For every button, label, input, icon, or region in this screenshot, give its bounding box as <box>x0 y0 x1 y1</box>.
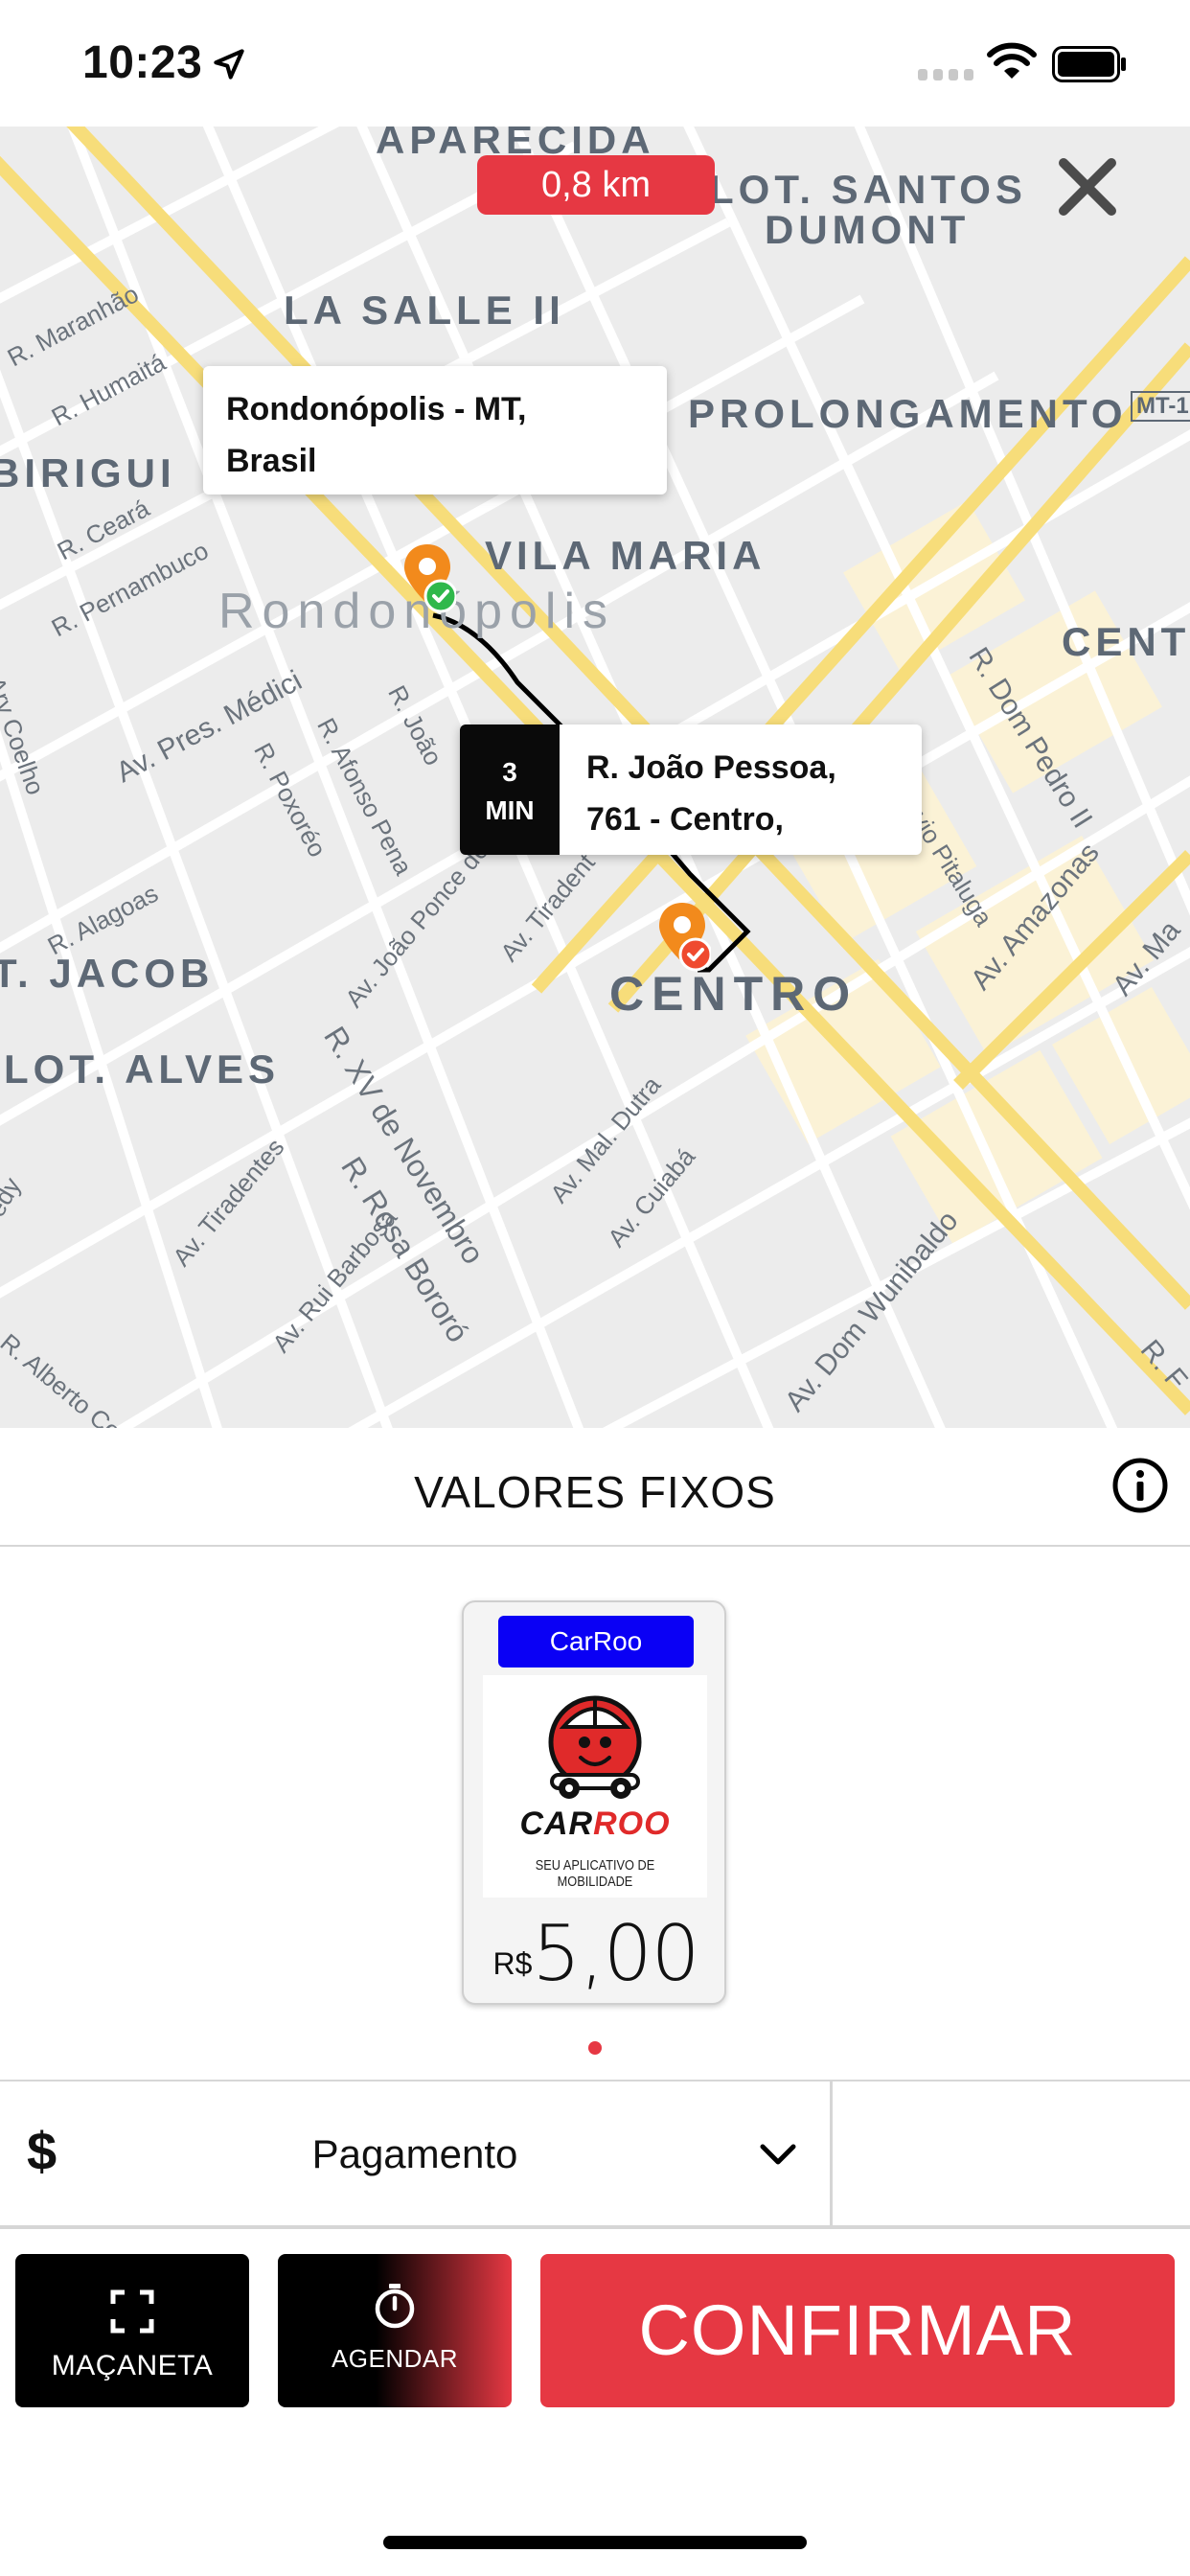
handle-button-label: MAÇANETA <box>51 2350 214 2381</box>
map-label: MT-1 <box>1131 391 1190 422</box>
map-label: BIRIGUI <box>0 450 176 495</box>
eta-unit: MIN <box>485 795 535 825</box>
divider <box>830 2082 833 2227</box>
schedule-button-label: AGENDAR <box>331 2344 459 2373</box>
service-card[interactable]: CarRoo CARROO SEU APLICATIVO DE MOBILIDA… <box>462 1600 726 2005</box>
distance-badge: 0,8 km <box>477 155 715 215</box>
map-label: LA SALLE II <box>284 288 565 333</box>
map-label: T. JACOB <box>0 951 215 996</box>
map-label: LOT. ALVES <box>4 1046 281 1092</box>
close-icon[interactable] <box>1054 153 1121 220</box>
destination-address: R. João Pessoa, 761 - Centro, <box>560 724 922 855</box>
status-bar: 10:23 <box>0 0 1190 126</box>
home-indicator[interactable] <box>383 2536 807 2549</box>
scan-frame-icon <box>110 2289 154 2334</box>
destination-pin-icon[interactable] <box>657 901 711 974</box>
service-name-badge: CarRoo <box>498 1616 694 1668</box>
route-map[interactable]: APARECIDA LOT. SANTOS DUMONT LA SALLE II… <box>0 126 1190 1428</box>
section-title: VALORES FIXOS <box>414 1467 776 1517</box>
price-currency: R$ <box>492 1946 533 1981</box>
map-label: LOT. SANTOS <box>709 167 1027 212</box>
page-indicator-dot <box>588 2041 602 2055</box>
service-price: R$5,00 <box>464 1909 728 1998</box>
payment-row: $ Pagamento <box>0 2080 1190 2229</box>
origin-address-line2: Brasil <box>226 443 317 479</box>
handle-button[interactable]: MAÇANETA <box>15 2254 249 2407</box>
carroo-mascot-icon <box>548 1695 642 1799</box>
origin-callout[interactable]: Rondonópolis - MT, Brasil <box>203 366 667 494</box>
destination-address-line1: R. João Pessoa, <box>586 749 836 786</box>
logo-tagline: SEU APLICATIVO DE MOBILIDADE <box>535 1857 655 1890</box>
price-value: 5,00 <box>532 1909 699 1998</box>
logo-word-black: CAR <box>519 1806 594 1842</box>
logo-wordmark: CARROO <box>483 1806 707 1843</box>
wifi-icon <box>987 42 1037 79</box>
logo-word-red: ROO <box>593 1806 671 1842</box>
destination-address-line2: 761 - Centro, <box>586 801 784 838</box>
map-label: PROLONGAMENTO <box>688 391 1128 436</box>
origin-pin-icon[interactable] <box>402 542 456 615</box>
map-label: CENT <box>1062 619 1190 664</box>
map-label: VILA MARIA <box>485 533 767 578</box>
origin-address-line1: Rondonópolis - MT, <box>226 391 527 427</box>
chevron-down-icon[interactable] <box>759 2141 797 2168</box>
stopwatch-icon <box>375 2284 415 2329</box>
fixed-values-header: VALORES FIXOS <box>0 1428 1190 1547</box>
schedule-button[interactable]: AGENDAR <box>278 2254 512 2407</box>
confirm-button[interactable]: CONFIRMAR <box>540 2254 1175 2407</box>
payment-select[interactable]: Pagamento <box>0 2131 830 2177</box>
eta-box: 3 MIN <box>460 724 560 855</box>
status-time: 10:23 <box>82 37 203 88</box>
battery-icon <box>1052 46 1126 82</box>
map-label: CENTRO <box>609 967 858 1021</box>
eta-value: 3 <box>502 757 517 787</box>
info-icon[interactable] <box>1111 1457 1169 1514</box>
location-arrow-icon <box>214 49 244 80</box>
destination-callout[interactable]: 3 MIN R. João Pessoa, 761 - Centro, <box>460 724 922 855</box>
map-label: DUMONT <box>765 207 971 252</box>
signal-icon <box>918 69 973 80</box>
carroo-logo: CARROO SEU APLICATIVO DE MOBILIDADE <box>483 1675 707 1898</box>
